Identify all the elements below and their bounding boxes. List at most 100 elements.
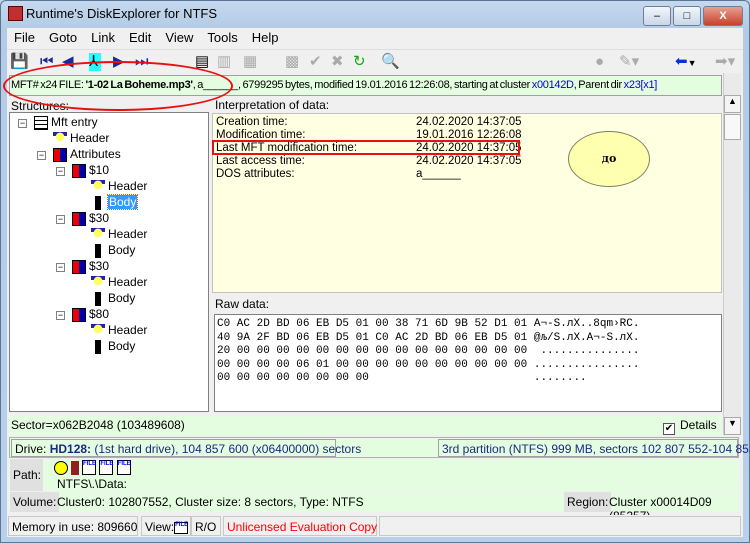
collapse-toggle[interactable]: − [56,311,65,320]
drive-label: Drive: [15,442,47,456]
tree-node-label: $80 [89,307,110,321]
last-icon[interactable]: ⏭ [135,53,149,71]
tree-node-label: Body [106,194,139,210]
attribute-icon [72,259,86,274]
file-label: FILE: [58,79,84,91]
tree-node-label: Attributes [70,147,121,161]
parent-link[interactable]: x23[x1] [624,79,658,91]
field-value: 24.02.2020 14:37:05 [416,116,522,128]
drive-name: HD128: [49,442,92,456]
collapse-toggle[interactable]: − [56,215,65,224]
interpretation-label: Interpretation of data: [212,98,722,113]
menu-bar: File Goto Link Edit View Tools Help [7,28,743,49]
body-person-icon [91,243,105,258]
tree-node[interactable]: Header [91,323,147,338]
file-size-text: 6799295 bytes, modified 19.01.2016 12:26… [240,79,532,91]
back-arrow-icon[interactable]: ⬅▼ [675,53,697,72]
path-label: Path: [10,459,43,491]
first-icon[interactable]: ⏮ [40,53,54,71]
tree-node[interactable]: Body [91,194,139,210]
tree-node[interactable]: Body [91,339,135,354]
save-icon[interactable]: 💾 [10,53,29,71]
tree-node[interactable]: $10 [72,163,109,178]
maximize-button[interactable]: □ [673,6,701,26]
tree-node[interactable]: $80 [72,307,109,322]
status-empty [379,516,741,536]
close-button[interactable]: X [703,6,743,26]
tree-node[interactable]: Header [53,131,109,146]
raw-data-label: Raw data: [215,297,270,311]
tree-node-label: Body [108,243,136,257]
file-icon[interactable]: FILE [82,460,96,476]
menu-goto[interactable]: Goto [42,28,84,47]
collapse-toggle[interactable]: − [18,119,27,128]
copy-icon: ▥ [217,53,232,70]
tree-node[interactable]: Header [91,275,147,290]
collapse-toggle[interactable]: − [37,151,46,160]
header-person-icon [91,227,105,242]
field-name: DOS attributes: [216,168,295,180]
menu-view[interactable]: View [158,28,200,47]
tree-node[interactable]: $30 [72,211,109,226]
file-icon[interactable]: FILE [99,460,114,476]
tree-node[interactable]: $30 [72,259,109,274]
hex-line: 40 9A 2F BD 06 EB D5 01 C0 AC 2D BD 06 E… [217,331,640,344]
search-file-icon[interactable]: 🔍 [381,53,400,71]
field-value: 24.02.2020 14:37:05 [416,155,522,167]
tree-node-label: Header [108,275,148,289]
header-person-icon [91,179,105,194]
structure-tree[interactable]: − Mft entry Header − Attributes − $10 Header Bod… [9,112,209,412]
prev-icon[interactable]: ◀ [62,53,74,71]
tree-node-label: Body [108,339,136,353]
copy-to-icon[interactable]: ▤ [195,53,209,71]
forward-arrow-icon: ➡▾ [715,53,736,70]
menu-help[interactable]: Help [245,28,286,47]
file-info-bar: MFT# x24 FILE: '1-02 La Boheme.mp3', a__… [9,75,722,96]
mft-number: MFT# x24 [11,79,58,91]
drive-desc: (1st hard drive), 104 857 600 (x06400000… [91,442,362,456]
menu-tools[interactable]: Tools [200,28,244,47]
next-icon[interactable]: ▶ [113,53,125,71]
view-label: View: [145,520,175,534]
tree-node[interactable]: Mft entry [34,115,98,130]
tree-node-label: Body [108,291,136,305]
refresh-icon[interactable]: ↻ [353,53,366,71]
checkbox-check[interactable]: ✔ [663,423,675,435]
body-person-icon [91,291,105,306]
menu-file[interactable]: File [7,28,42,47]
tree-node[interactable]: Body [91,291,135,306]
raw-data-hex[interactable]: C0 AC 2D BD 06 EB D5 01 00 38 71 6D 9B 5… [214,314,722,412]
hex-line: 00 00 00 00 00 00 00 00 ........ [217,372,587,384]
paste-icon: ▩ [285,53,300,70]
attribute-icon [72,307,86,322]
menu-link[interactable]: Link [84,28,122,47]
menu-edit[interactable]: Edit [122,28,158,47]
cluster-link[interactable]: x00142D [532,79,574,91]
file-view-icon[interactable]: FILE [174,521,189,534]
scroll-thumb[interactable] [724,114,741,140]
vertical-scrollbar[interactable]: ▲ ▼ [723,73,741,435]
tree-node-label: Header [108,323,148,337]
file-icon[interactable]: FILE [116,460,131,476]
tree-node[interactable]: Header [91,179,147,194]
memory-status: Memory in use: 809660 [8,516,138,536]
field-name: Creation time: [216,116,288,128]
file-attrs: , a______, [192,79,241,91]
tree-node-label: Mft entry [51,115,98,129]
scroll-down-button[interactable]: ▼ [724,417,741,435]
disk-icon[interactable] [54,460,68,475]
boot-icon[interactable] [71,460,79,475]
path-bar: Path: FILE FILE FILE NTFS\.\Data: [9,459,739,491]
tree-node-label: $30 [89,259,110,273]
tree-node-label: Header [70,131,110,145]
scroll-up-button[interactable]: ▲ [724,95,741,113]
tree-node[interactable]: Body [91,243,135,258]
tree-node[interactable]: Attributes [53,147,121,162]
walk-icon[interactable]: ⅄ [89,53,101,71]
status-bar: Memory in use: 809660 View:FILE R/O Unli… [7,515,743,537]
collapse-toggle[interactable]: − [56,263,65,272]
details-checkbox[interactable]: ✔ Details [663,418,717,435]
collapse-toggle[interactable]: − [56,167,65,176]
tree-node[interactable]: Header [91,227,147,242]
minimize-button[interactable]: – [643,6,671,26]
